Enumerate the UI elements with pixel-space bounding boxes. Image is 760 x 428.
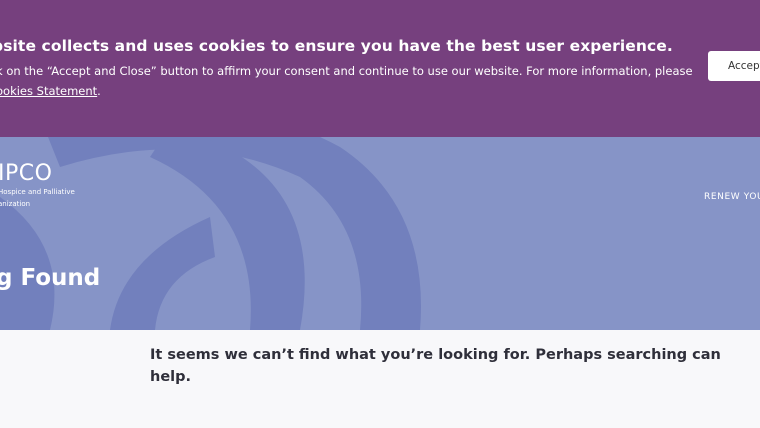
logo-tagline-line1: Hospice and Palliative [0,188,75,196]
logo-tagline-line2: anization [0,200,31,208]
renew-link[interactable]: RENEW YOU [704,192,760,202]
site-logo[interactable]: IPCO Hospice and Palliative anization [0,162,75,210]
cookie-message: k on the “Accept and Close” button to af… [0,61,693,101]
page-title: g Found [0,265,101,291]
cookie-message-end: . [97,84,101,98]
cookie-banner: bsite collects and uses cookies to ensur… [0,0,760,137]
hero-banner: IPCO Hospice and Palliative anization RE… [0,137,760,330]
cookie-message-line: k on the “Accept and Close” button to af… [0,64,693,78]
cookie-heading: bsite collects and uses cookies to ensur… [0,37,673,55]
not-found-message: It seems we can’t find what you’re looki… [150,347,721,385]
hero-background-pattern [0,137,421,330]
accept-and-close-button[interactable]: Accept [708,51,760,81]
logo-mark: IPCO [0,161,53,186]
cookies-statement-link[interactable]: ookies Statement [0,84,97,98]
